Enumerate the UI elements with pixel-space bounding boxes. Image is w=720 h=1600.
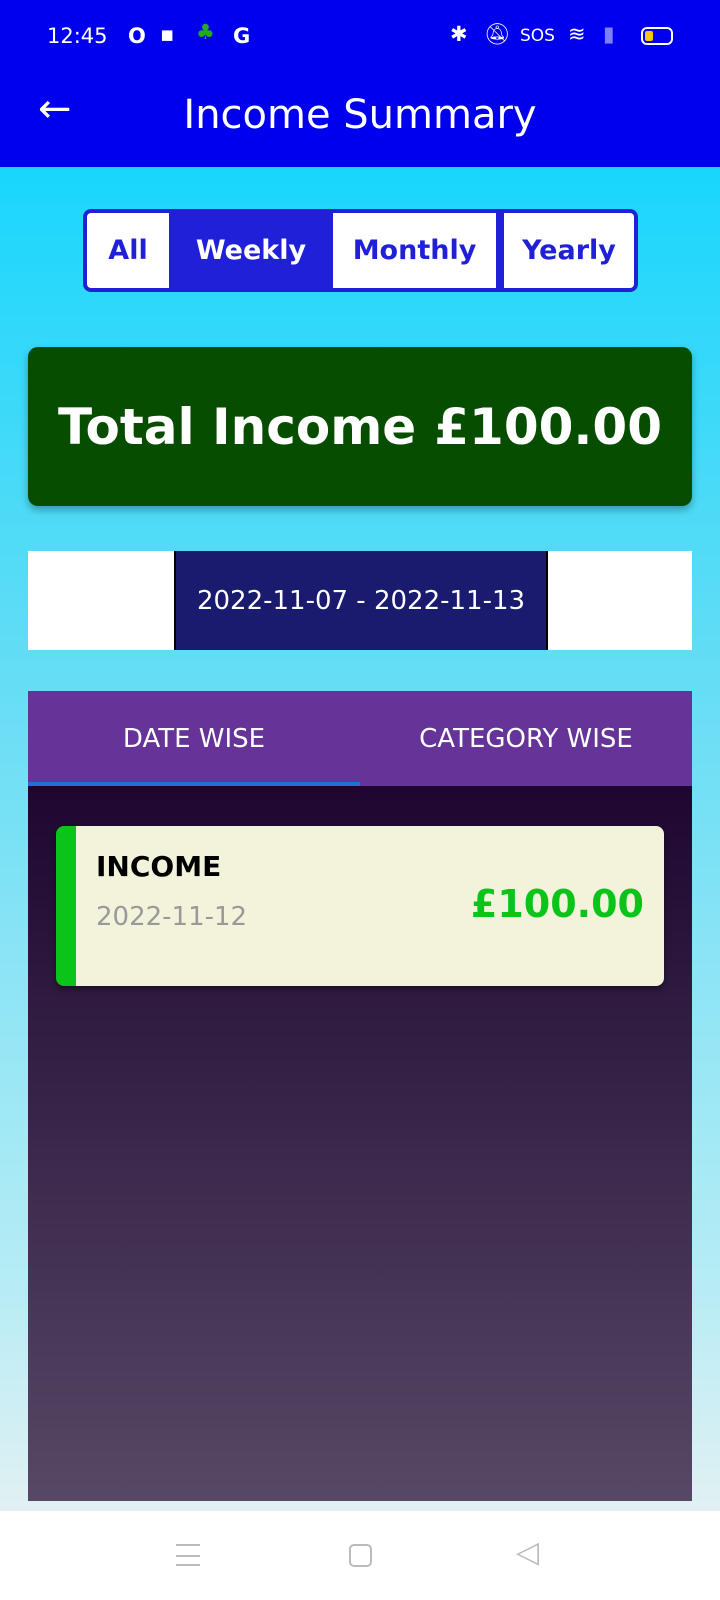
view-tabs: DATE WISE CATEGORY WISE xyxy=(28,691,692,786)
date-range-bar: 2022-11-07 - 2022-11-13 xyxy=(28,551,692,650)
google-icon: G xyxy=(233,24,251,48)
mute-icon: 🔕︎ xyxy=(484,22,511,46)
tab-yearly[interactable]: Yearly xyxy=(504,213,634,288)
back-nav-icon[interactable]: ◁ xyxy=(516,1535,539,1570)
app-bar: ← Income Summary xyxy=(0,72,720,167)
wifi-icon: ≋ xyxy=(568,22,586,46)
date-range[interactable]: 2022-11-07 - 2022-11-13 xyxy=(174,551,548,650)
status-indicator: O xyxy=(128,24,146,48)
tab-category-wise[interactable]: CATEGORY WISE xyxy=(360,691,692,786)
battery-icon xyxy=(641,27,673,45)
status-bar: 12:45 O ▪ ♣ G ✱ 🔕︎ SOS ≋ ▮ xyxy=(0,0,720,72)
tab-all[interactable]: All xyxy=(87,213,169,288)
signal-icon: ▮ xyxy=(603,22,615,46)
bluetooth-icon: ✱ xyxy=(450,22,468,46)
notification-icon: ▪ xyxy=(160,22,175,46)
tab-label: DATE WISE xyxy=(122,723,266,754)
period-selector: All Weekly Monthly Yearly xyxy=(83,209,638,292)
home-icon[interactable] xyxy=(349,1544,372,1567)
total-income-amount: £100.00 xyxy=(434,397,662,456)
system-nav-bar: ◁ xyxy=(0,1511,720,1600)
page-title: Income Summary xyxy=(183,92,537,138)
list-item[interactable]: INCOME 2022-11-12 £100.00 xyxy=(56,826,664,986)
sos-label: SOS xyxy=(520,26,555,46)
entry-title: INCOME xyxy=(96,850,222,883)
palm-tree-icon: ♣ xyxy=(196,20,215,44)
entry-amount: £100.00 xyxy=(470,882,644,926)
menu-icon[interactable] xyxy=(176,1544,200,1566)
tab-weekly[interactable]: Weekly xyxy=(169,213,333,288)
tab-date-wise[interactable]: DATE WISE xyxy=(28,691,360,786)
status-time: 12:45 xyxy=(47,24,108,48)
tab-monthly[interactable]: Monthly xyxy=(333,213,496,288)
total-income-label: Total Income xyxy=(58,397,417,456)
tab-label: CATEGORY WISE xyxy=(419,723,633,754)
total-income-card: Total Income £100.00 xyxy=(28,347,692,506)
entry-date: 2022-11-12 xyxy=(96,902,248,932)
